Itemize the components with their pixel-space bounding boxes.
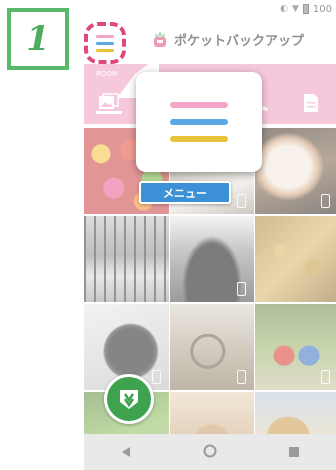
- back-icon[interactable]: [120, 443, 132, 462]
- recent-apps-icon[interactable]: [288, 443, 300, 462]
- device-photo-icon: [321, 370, 330, 384]
- photo-thumbnail[interactable]: [170, 216, 254, 302]
- status-bar: ◐ ▼ 100: [84, 0, 336, 18]
- device-photo-icon: [237, 194, 246, 208]
- photo-thumbnail[interactable]: [255, 216, 336, 302]
- photo-thumbnail[interactable]: [255, 128, 336, 214]
- backup-fab-button[interactable]: [104, 374, 154, 424]
- wifi-icon: ▼: [291, 4, 299, 14]
- device-photo-icon: [237, 282, 246, 296]
- step-number: 1: [26, 19, 50, 59]
- backup-download-icon: [120, 390, 138, 409]
- system-nav-bar: [84, 434, 336, 470]
- app-title: ポケットバックアップ: [174, 33, 305, 49]
- photo-thumbnail[interactable]: [255, 304, 336, 390]
- menu-callout-enlarged-icon: [136, 72, 262, 172]
- battery-icon: [302, 4, 309, 14]
- battery-text: 100: [312, 3, 332, 15]
- section-label: ROOM: [96, 70, 118, 78]
- document-icon[interactable]: [298, 92, 324, 114]
- app-logo-icon: [150, 29, 170, 49]
- step-number-badge: 1: [7, 8, 69, 70]
- photo-thumbnail[interactable]: [84, 216, 169, 302]
- vibrate-icon: ◐: [280, 4, 288, 14]
- menu-callout-label: メニュー: [139, 181, 231, 204]
- photo-thumbnail[interactable]: [170, 304, 254, 390]
- device-photo-icon: [321, 194, 330, 208]
- device-photo-icon: [152, 370, 161, 384]
- device-photo-icon: [237, 370, 246, 384]
- home-icon[interactable]: [203, 443, 217, 462]
